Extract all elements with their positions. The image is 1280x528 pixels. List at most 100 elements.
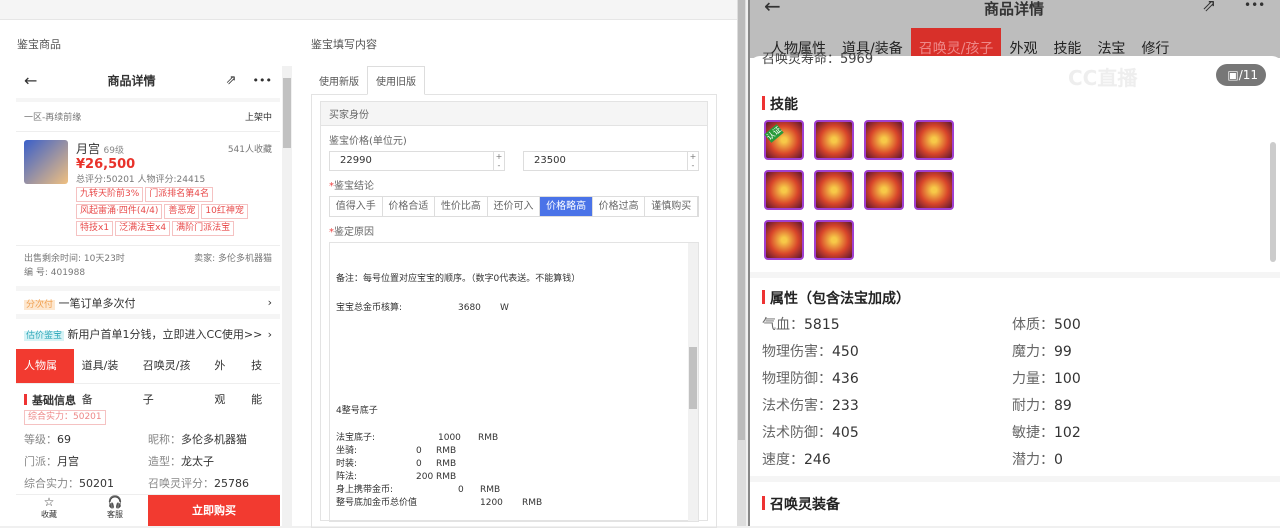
tab-old-version[interactable]: 使用旧版 <box>367 66 425 95</box>
back-icon[interactable]: ← <box>764 0 781 18</box>
tab-role-attrs[interactable]: 人物属性 <box>16 349 74 406</box>
stat-spell-dmg: 法术伤害：233 <box>762 398 859 414</box>
form-section-title: 鉴宝填写内容 <box>311 38 377 51</box>
promo-appraisal[interactable]: 估价鉴宝 新用户首单1分钱，立即进入CC使用>> › <box>16 319 280 349</box>
image-counter[interactable]: ▣/11 <box>1216 64 1266 86</box>
reason-label: *鉴定原因 <box>329 227 374 238</box>
stat-speed: 速度：246 <box>762 452 831 468</box>
stat-agility: 敏捷：102 <box>1012 425 1081 441</box>
pet-lifespan: 召唤灵寿命：5969 <box>762 52 874 67</box>
tag: 泛满法宝x4 <box>115 221 171 236</box>
price-min-stepper[interactable]: + - <box>493 152 504 170</box>
headset-icon: 🎧 <box>107 495 123 509</box>
service-button[interactable]: 🎧 客服 <box>82 495 148 526</box>
seller: 卖家: 多伦多机器猫 <box>194 254 272 264</box>
conclusion-option[interactable]: 价格合适 <box>383 197 436 216</box>
role-name: 月宫 <box>76 142 101 156</box>
appraisal-badge: 估价鉴宝 <box>24 331 65 341</box>
star-icon: ☆ <box>43 495 55 509</box>
tab-treasure[interactable]: 法宝 <box>1089 28 1133 58</box>
tab-items[interactable]: 道具/装备 <box>74 349 135 406</box>
field-level: 等级：69 <box>24 433 71 446</box>
card-scrollbar[interactable] <box>1270 142 1276 262</box>
conclusion-option[interactable]: 性价比高 <box>435 197 488 216</box>
field-school: 门派：月宫 <box>24 455 79 468</box>
textarea-scrollbar[interactable] <box>688 243 698 521</box>
listing-status: 上架中 <box>244 113 272 123</box>
panel-scrollbar[interactable] <box>737 0 746 526</box>
skill-icon[interactable]: 认证 <box>764 120 804 160</box>
tab-appearance[interactable]: 外观 <box>1001 28 1045 58</box>
stat-potential: 潜力：0 <box>1012 452 1063 468</box>
skill-icon[interactable] <box>764 170 804 210</box>
tab-appearance[interactable]: 外观 <box>206 349 243 406</box>
tab-cultivation[interactable]: 修行 <box>1133 28 1177 58</box>
skill-icon[interactable] <box>764 220 804 260</box>
right-header-title: 商品详情 <box>984 0 1045 18</box>
tab-pets[interactable]: 召唤灵/孩子 <box>910 28 1002 58</box>
stat-strength: 力量：100 <box>1012 371 1081 387</box>
tab-pets[interactable]: 召唤灵/孩子 <box>135 349 207 406</box>
conclusion-option[interactable]: 谨慎购买 <box>645 197 699 216</box>
field-model: 造型：龙太子 <box>148 455 214 468</box>
stat-phys-def: 物理防御：436 <box>762 371 859 387</box>
appraisal-text: 新用户首单1分钱，立即进入CC使用>> <box>67 328 263 341</box>
favorite-button[interactable]: ☆ 收藏 <box>16 495 82 526</box>
share-icon[interactable]: ⇗ <box>226 73 237 88</box>
role-level: 69级 <box>103 146 124 156</box>
watermark: CC直播 <box>1068 66 1138 90</box>
more-icon[interactable]: ••• <box>1244 0 1265 12</box>
skill-icon[interactable] <box>814 170 854 210</box>
stat-phys-dmg: 物理伤害：450 <box>762 344 859 360</box>
conclusion-option[interactable]: 价格过高 <box>593 197 646 216</box>
tab-skills[interactable]: 技能 <box>1045 28 1089 58</box>
price-label: 鉴宝价格(单位元) <box>329 136 407 147</box>
skill-icon[interactable] <box>864 120 904 160</box>
skill-icon[interactable] <box>814 220 854 260</box>
buy-now-button[interactable]: 立即购买 <box>148 495 280 526</box>
tag-list: 九转天阶前3% 门派排名第4名风起雷涌·四件(4/4) 善恶宠 10红神宠特技x1 泛满… <box>76 185 272 236</box>
reason-textarea[interactable]: 备注：每号位置对应宝宝的顺序。（数字0代表送。不能算钱） 宝宝总金币核算: 368… <box>329 242 699 522</box>
tab-skills[interactable]: 技能 <box>243 349 280 406</box>
basic-info-title: 基础信息 <box>32 394 76 407</box>
tag: 风起雷涌·四件(4/4) <box>76 204 163 219</box>
tag: 善恶宠 <box>164 204 200 219</box>
attributes-title: 属性（包含法宝加成） <box>762 288 910 308</box>
conclusion-option[interactable]: 还价可入 <box>488 197 541 216</box>
image-icon: ▣ <box>1227 68 1239 82</box>
price-max-stepper[interactable]: + - <box>687 152 698 170</box>
phone-scrollbar[interactable] <box>282 66 292 526</box>
back-icon[interactable]: ← <box>24 71 37 90</box>
installment-text: 一笔订单多次付 <box>58 296 136 310</box>
conclusion-label: *鉴宝结论 <box>329 181 374 192</box>
favorites-count: 541人收藏 <box>227 145 272 155</box>
phone-header-title: 商品详情 <box>107 73 156 88</box>
skill-icon[interactable] <box>814 120 854 160</box>
share-icon[interactable]: ⇗ <box>1202 0 1216 16</box>
tag: 特技x1 <box>76 221 114 236</box>
promo-installment[interactable]: 分次付 一笔订单多次付 › <box>16 291 280 319</box>
power-badge: 综合实力：50201 <box>24 410 106 425</box>
top-strip <box>0 0 740 20</box>
stat-spell-def: 法术防御：405 <box>762 425 859 441</box>
conclusion-option-selected[interactable]: 价格略高 <box>540 197 593 216</box>
conclusion-option[interactable]: 值得入手 <box>330 197 383 216</box>
field-power: 综合实力：50201 <box>24 477 114 490</box>
chevron-right-icon: › <box>267 296 272 309</box>
bottom-bar: ☆ 收藏 🎧 客服 立即购买 <box>16 494 280 526</box>
more-icon[interactable]: ••• <box>253 74 272 87</box>
price-max-input[interactable]: 23500 + - <box>523 151 699 171</box>
role-avatar <box>24 140 68 184</box>
stat-hp: 气血：5815 <box>762 317 840 333</box>
tag: 门派排名第4名 <box>145 187 214 202</box>
skill-icon[interactable] <box>914 170 954 210</box>
phone-tabs: 人物属性 道具/装备 召唤灵/孩子 外观 技能 <box>16 349 280 406</box>
pet-gold-line: 宝宝总金币核算: 3680 W <box>336 303 509 313</box>
certified-badge: 认证 <box>764 124 784 143</box>
skill-icon[interactable] <box>914 120 954 160</box>
installment-badge: 分次付 <box>24 299 56 310</box>
tab-new-version[interactable]: 使用新版 <box>311 67 367 94</box>
skill-icon[interactable] <box>864 170 904 210</box>
scores: 总评分:50201 人物评分:24415 <box>76 175 206 185</box>
price-min-input[interactable]: 22990 + - <box>329 151 505 171</box>
